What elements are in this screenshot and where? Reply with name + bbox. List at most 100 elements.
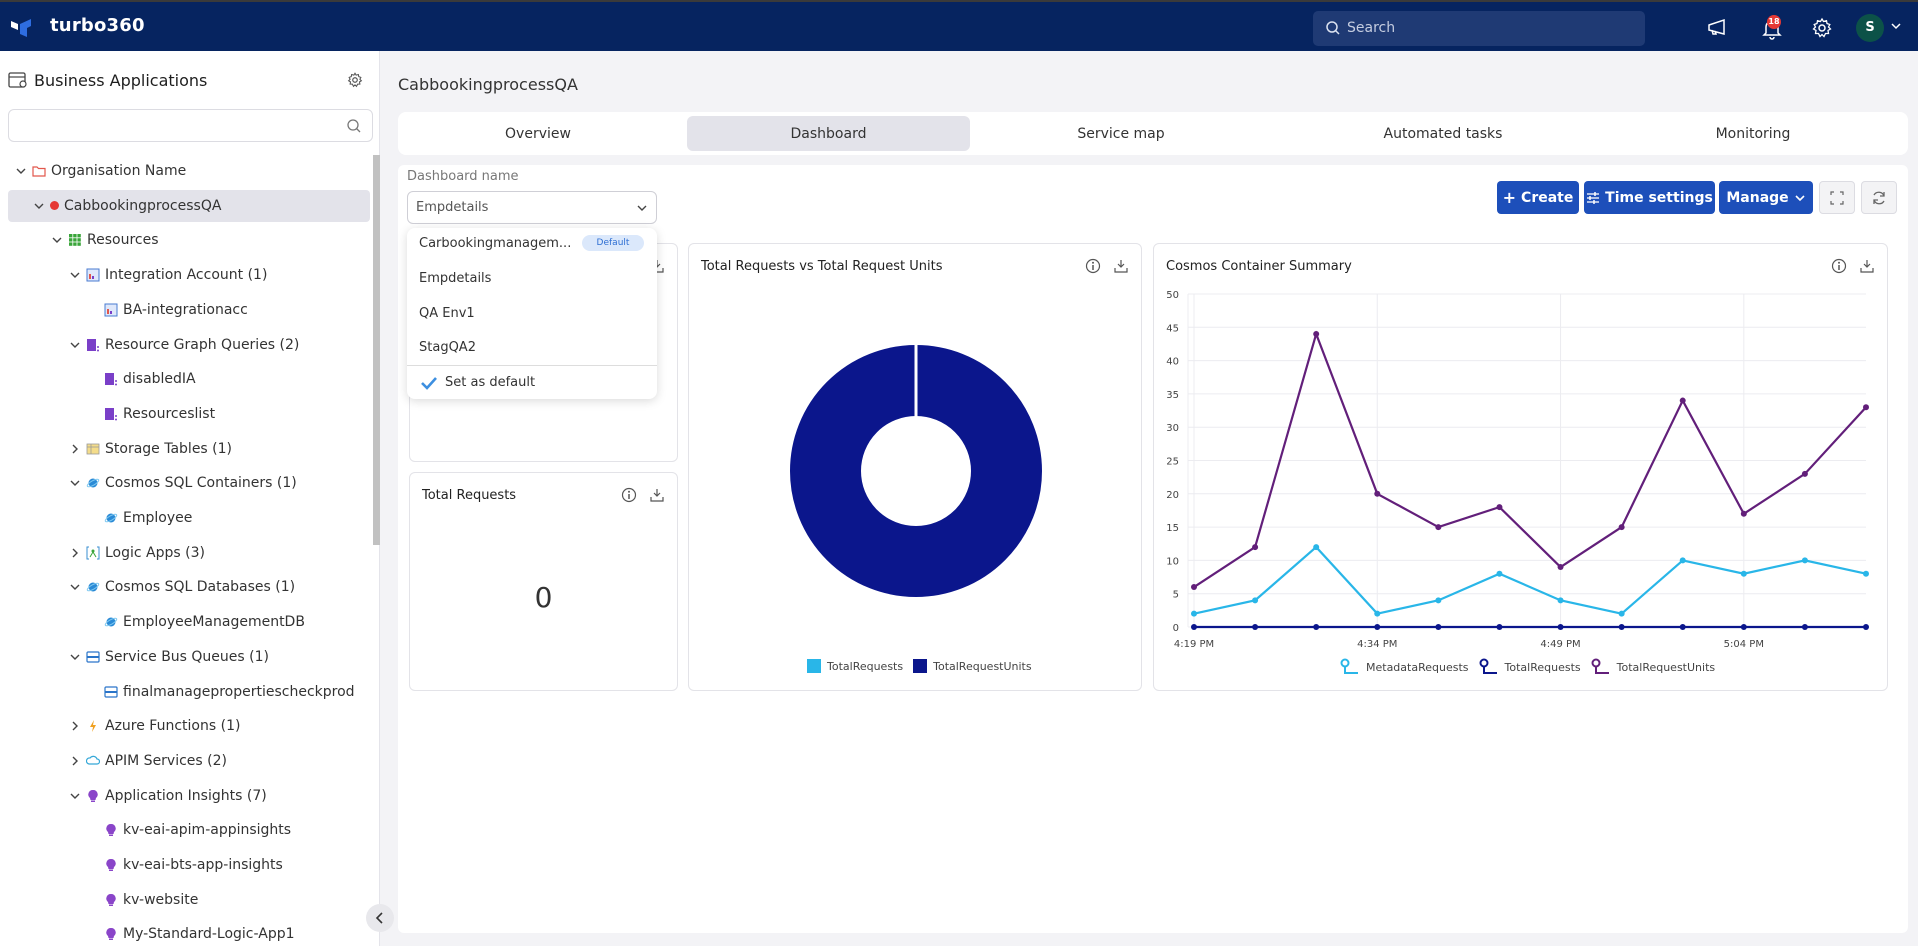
- data-point[interactable]: [1863, 624, 1869, 630]
- announcement-megaphone-icon[interactable]: [1706, 16, 1730, 40]
- chevron-right-icon[interactable]: [68, 719, 82, 733]
- chevron-down-icon[interactable]: [68, 650, 82, 664]
- chevron-down-icon[interactable]: [14, 164, 28, 178]
- tree-item[interactable]: Resources: [0, 224, 159, 256]
- data-point[interactable]: [1801, 470, 1808, 477]
- data-point[interactable]: [1435, 524, 1442, 531]
- tree-item[interactable]: kv-eai-apim-appinsights: [0, 814, 291, 846]
- data-point[interactable]: [1191, 624, 1197, 630]
- dropdown-option[interactable]: StagQA2: [419, 340, 476, 355]
- data-point[interactable]: [1740, 624, 1747, 630]
- sidebar-search-input[interactable]: [8, 109, 373, 142]
- chevron-down-icon[interactable]: [68, 268, 82, 282]
- data-point[interactable]: [1252, 597, 1259, 604]
- tree-item[interactable]: Integration Account (1): [0, 259, 267, 291]
- dashboard-name-select[interactable]: Empdetails: [407, 191, 657, 224]
- tab-overview[interactable]: Overview: [398, 116, 678, 151]
- data-point[interactable]: [1618, 610, 1625, 617]
- legend-item-totalrequests[interactable]: TotalRequests: [1479, 658, 1581, 676]
- data-point[interactable]: [1313, 330, 1320, 337]
- legend-item-metadatarequests[interactable]: MetadataRequests: [1340, 658, 1469, 676]
- chevron-right-icon[interactable]: [68, 546, 82, 560]
- tree-item[interactable]: Application Insights (7): [0, 780, 267, 812]
- download-icon[interactable]: [649, 487, 665, 503]
- chevron-down-icon[interactable]: [68, 476, 82, 490]
- data-point[interactable]: [1374, 490, 1381, 497]
- tab-automated-tasks[interactable]: Automated tasks: [1298, 116, 1588, 151]
- tree-item[interactable]: Storage Tables (1): [0, 433, 232, 465]
- dropdown-option[interactable]: Empdetails: [419, 271, 491, 286]
- data-point[interactable]: [1252, 624, 1259, 630]
- tree-item[interactable]: Resourceslist: [0, 398, 215, 430]
- data-point[interactable]: [1191, 584, 1197, 591]
- tree-item[interactable]: BA-integrationacc: [0, 294, 248, 326]
- data-point[interactable]: [1801, 557, 1808, 564]
- tree-item[interactable]: EmployeeManagementDB: [0, 606, 305, 638]
- user-avatar[interactable]: S: [1856, 14, 1884, 42]
- tree-item[interactable]: Service Bus Queues (1): [0, 641, 269, 673]
- tree-item[interactable]: CabbookingprocessQA: [8, 189, 370, 222]
- data-point[interactable]: [1313, 544, 1320, 551]
- chevron-down-icon[interactable]: [1890, 20, 1902, 32]
- data-point[interactable]: [1252, 544, 1259, 551]
- legend-item-totalrequestunits[interactable]: TotalRequestUnits: [1591, 658, 1715, 676]
- create-button[interactable]: + Create: [1497, 181, 1579, 214]
- tree-item[interactable]: kv-eai-bts-app-insights: [0, 849, 283, 881]
- data-point[interactable]: [1496, 570, 1503, 577]
- data-point[interactable]: [1618, 624, 1625, 630]
- tree-item[interactable]: My-Standard-Logic-App1: [0, 918, 295, 946]
- tree-item[interactable]: Employee: [0, 502, 192, 534]
- data-point[interactable]: [1496, 624, 1503, 630]
- dropdown-option[interactable]: Carbookingmanagem...: [419, 236, 571, 251]
- data-point[interactable]: [1679, 624, 1686, 630]
- data-point[interactable]: [1740, 570, 1747, 577]
- tab-service-map[interactable]: Service map: [976, 116, 1266, 151]
- legend-item-totalrequests[interactable]: TotalRequests: [807, 659, 903, 673]
- data-point[interactable]: [1191, 610, 1197, 617]
- info-icon[interactable]: [621, 487, 637, 503]
- chevron-down-icon[interactable]: [50, 233, 64, 247]
- data-point[interactable]: [1863, 404, 1869, 411]
- tree-item[interactable]: finalmanagepropertiescheckprod: [0, 676, 355, 708]
- tree-item[interactable]: Resource Graph Queries (2): [0, 329, 299, 361]
- data-point[interactable]: [1374, 624, 1381, 630]
- chevron-down-icon[interactable]: [68, 338, 82, 352]
- donut-slice-totalrequestunits[interactable]: [790, 344, 1042, 597]
- sidebar-settings-gear-icon[interactable]: [346, 71, 364, 89]
- sidebar-scrollbar[interactable]: [373, 155, 380, 545]
- collapse-sidebar-button[interactable]: [366, 904, 394, 932]
- data-point[interactable]: [1679, 557, 1686, 564]
- manage-button[interactable]: Manage: [1719, 181, 1813, 214]
- tree-item[interactable]: Cosmos SQL Databases (1): [0, 571, 295, 603]
- data-point[interactable]: [1679, 397, 1686, 404]
- data-point[interactable]: [1435, 624, 1442, 630]
- global-search-input[interactable]: Search: [1313, 11, 1645, 46]
- data-point[interactable]: [1435, 597, 1442, 604]
- data-point[interactable]: [1740, 510, 1747, 517]
- data-point[interactable]: [1863, 570, 1869, 577]
- tree-item[interactable]: kv-website: [0, 884, 198, 916]
- settings-gear-icon[interactable]: [1810, 16, 1834, 40]
- legend-item-totalrequestunits[interactable]: TotalRequestUnits: [913, 659, 1032, 673]
- tree-item[interactable]: disabledIA: [0, 363, 196, 395]
- chevron-right-icon[interactable]: [68, 754, 82, 768]
- data-point[interactable]: [1374, 610, 1381, 617]
- data-point[interactable]: [1496, 504, 1503, 511]
- data-point[interactable]: [1557, 564, 1564, 571]
- dropdown-option[interactable]: QA Env1: [419, 306, 475, 321]
- brand-name[interactable]: turbo360: [50, 15, 145, 36]
- tree-item[interactable]: Logic Apps (3): [0, 537, 205, 569]
- data-point[interactable]: [1557, 597, 1564, 604]
- set-as-default-option[interactable]: Set as default: [445, 375, 535, 390]
- tree-item[interactable]: Organisation Name: [0, 155, 186, 187]
- data-point[interactable]: [1557, 624, 1564, 630]
- data-point[interactable]: [1801, 624, 1808, 630]
- tree-item[interactable]: APIM Services (2): [0, 745, 227, 777]
- chevron-down-icon[interactable]: [68, 580, 82, 594]
- refresh-button[interactable]: [1861, 181, 1897, 214]
- tab-dashboard[interactable]: Dashboard: [687, 116, 970, 151]
- data-point[interactable]: [1618, 524, 1625, 531]
- tree-item[interactable]: Azure Functions (1): [0, 710, 240, 742]
- chevron-right-icon[interactable]: [68, 442, 82, 456]
- chevron-down-icon[interactable]: [68, 789, 82, 803]
